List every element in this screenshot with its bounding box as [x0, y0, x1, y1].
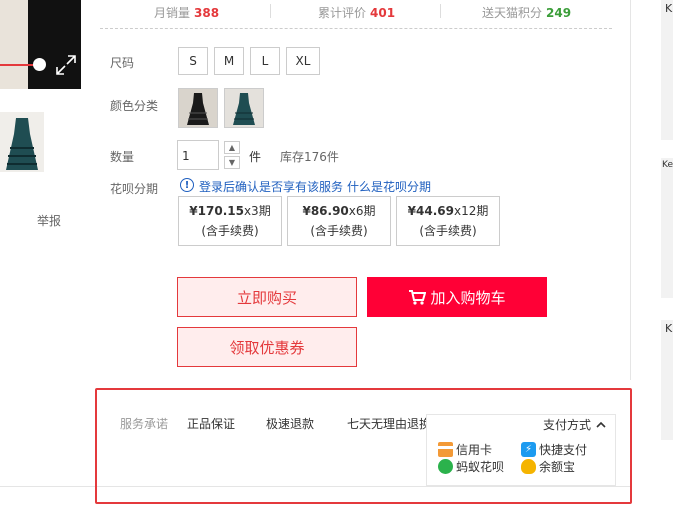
stats-divider: [440, 4, 441, 18]
quantity-input[interactable]: 1: [177, 140, 219, 170]
recommend-item-3[interactable]: K: [661, 320, 673, 440]
product-thumbnail[interactable]: [0, 112, 44, 172]
stats-divider: [270, 4, 271, 18]
huabei-login-notice[interactable]: 登录后确认是否享有该服务: [199, 178, 343, 195]
recommend-item-1[interactable]: K: [661, 0, 673, 140]
dress-swatch-image: [179, 89, 217, 127]
color-label: 颜色分类: [110, 99, 159, 113]
installment-option-12[interactable]: ¥44.69x12期 (含手续费): [396, 196, 500, 246]
installment-option-6[interactable]: ¥86.90x6期 (含手续费): [287, 196, 391, 246]
size-option-s[interactable]: S: [178, 47, 208, 75]
quantity-unit: 件: [249, 150, 262, 164]
color-option-2[interactable]: [224, 88, 264, 128]
tmall-points: 送天猫积分 249: [482, 6, 572, 20]
expand-icon[interactable]: [55, 54, 77, 76]
get-coupon-button[interactable]: 领取优惠券: [177, 327, 357, 367]
zoom-indicator-line: [0, 64, 36, 66]
huabei-info-link[interactable]: 什么是花呗分期: [347, 178, 431, 195]
highlight-box: [95, 388, 632, 504]
size-option-m[interactable]: M: [214, 47, 244, 75]
cart-icon: [409, 290, 427, 305]
quantity-decrease-button[interactable]: ▼: [224, 156, 240, 169]
add-to-cart-label: 加入购物车: [430, 288, 506, 307]
dress-thumbnail-image: [0, 112, 44, 172]
size-option-xl[interactable]: XL: [286, 47, 320, 75]
color-option-1[interactable]: [178, 88, 218, 128]
stock-count: 库存176件: [280, 150, 339, 164]
report-link[interactable]: 举报: [37, 212, 61, 229]
review-count[interactable]: 累计评价 401: [318, 4, 395, 21]
recommend-item-2[interactable]: Kea: [661, 158, 673, 298]
main-product-image[interactable]: [0, 0, 81, 89]
size-option-l[interactable]: L: [250, 47, 280, 75]
huabei-label: 花呗分期: [110, 182, 159, 196]
quantity-label: 数量: [110, 150, 135, 164]
installment-option-3[interactable]: ¥170.15x3期 (含手续费): [178, 196, 282, 246]
sales-stats-bar: 月销量 388 累计评价 401 送天猫积分 249: [100, 0, 612, 29]
zoom-indicator-dot: [33, 58, 46, 71]
add-to-cart-button[interactable]: 加入购物车: [367, 277, 547, 317]
content-divider: [630, 0, 631, 380]
info-icon: !: [180, 178, 194, 192]
size-label: 尺码: [110, 56, 135, 70]
dress-swatch-image: [225, 89, 263, 127]
buy-now-button[interactable]: 立即购买: [177, 277, 357, 317]
monthly-sales: 月销量 388: [154, 6, 220, 20]
quantity-increase-button[interactable]: ▲: [224, 141, 240, 154]
